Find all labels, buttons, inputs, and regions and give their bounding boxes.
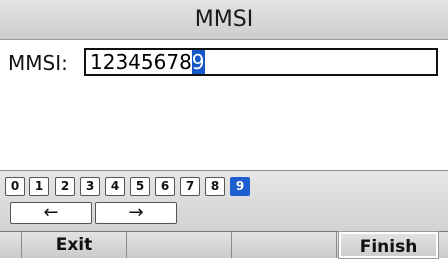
softkey-bar: Exit Finish [0, 231, 448, 259]
key-5[interactable]: 5 [130, 177, 150, 196]
mmsi-cursor-char: 9 [191, 50, 205, 74]
key-6[interactable]: 6 [155, 177, 175, 196]
cursor-left-button[interactable]: ← [10, 202, 92, 224]
screen-title: MMSI [0, 0, 448, 40]
keypad: 0 1 2 3 4 5 6 7 8 9 ← → [0, 170, 448, 231]
key-8[interactable]: 8 [205, 177, 225, 196]
mmsi-input[interactable]: 123456789 [84, 48, 438, 76]
softkey-blank-2[interactable] [232, 232, 337, 258]
mmsi-value: 12345678 [90, 50, 192, 74]
softkey-left-edge [0, 232, 22, 258]
key-1[interactable]: 1 [29, 177, 49, 196]
exit-button[interactable]: Exit [22, 232, 127, 258]
key-2[interactable]: 2 [55, 177, 75, 196]
key-0[interactable]: 0 [5, 177, 25, 196]
mmsi-screen: MMSI MMSI: 123456789 0 1 2 3 4 5 6 7 8 9… [0, 0, 448, 259]
mmsi-field-row: MMSI: [8, 47, 74, 79]
key-3[interactable]: 3 [80, 177, 100, 196]
key-4[interactable]: 4 [105, 177, 125, 196]
mmsi-label: MMSI: [8, 51, 68, 75]
cursor-right-button[interactable]: → [95, 202, 177, 224]
finish-button[interactable]: Finish [338, 231, 439, 259]
softkey-blank-1[interactable] [127, 232, 232, 258]
key-9[interactable]: 9 [230, 177, 250, 196]
key-7[interactable]: 7 [180, 177, 200, 196]
